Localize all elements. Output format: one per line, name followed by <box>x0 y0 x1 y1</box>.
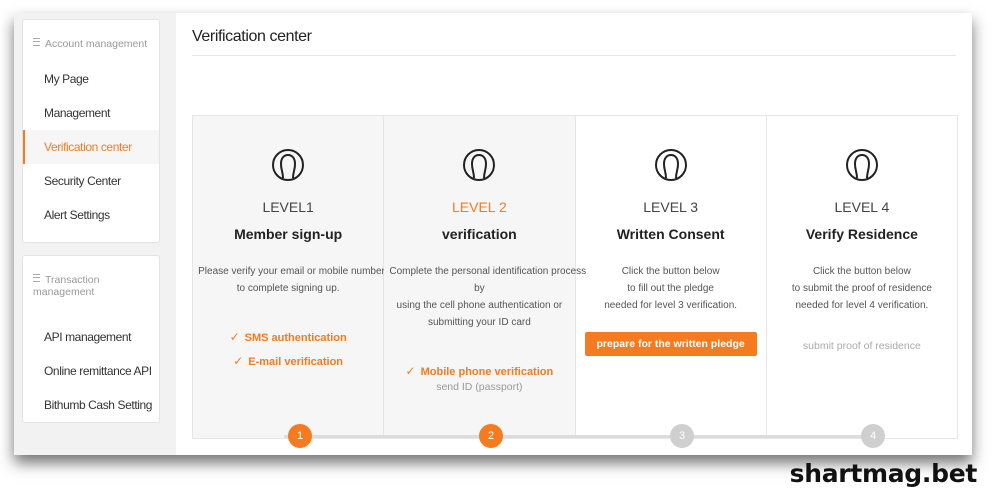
email-verification-status: ✓ E-mail verification <box>193 353 383 369</box>
level-label: LEVEL1 <box>262 199 314 215</box>
description-line: needed for level 3 verification. <box>604 300 738 311</box>
description-line: submitting your ID card <box>427 317 531 328</box>
sidebar-item-bithumb-cash-setting[interactable]: Bithumb Cash Setting <box>23 388 159 422</box>
check-icon: ✓ <box>233 354 244 368</box>
app-frame: Account management My Page Management Ve… <box>14 13 972 455</box>
prepare-pledge-button[interactable]: prepare for the written pledge <box>584 332 757 356</box>
submit-proof-of-residence-link[interactable]: submit proof of residence <box>767 340 957 352</box>
level-description: Please verify your email or mobile numbe… <box>198 263 385 297</box>
level-label: LEVEL 3 <box>643 199 698 215</box>
menu-icon <box>33 38 40 46</box>
progress-track <box>284 435 864 438</box>
level-card-1: LEVEL1 Member sign-up Please verify your… <box>193 116 385 438</box>
sidebar-heading-label: Transaction management <box>33 274 100 298</box>
sidebar-item-my-page[interactable]: My Page <box>23 62 159 96</box>
sidebar-item-alert-settings[interactable]: Alert Settings <box>23 198 159 232</box>
description-line: Click the button below <box>812 266 911 277</box>
sidebar-heading-account: Account management <box>23 20 159 50</box>
sms-authentication-status: ✓ SMS authentication <box>193 329 383 345</box>
level-label: LEVEL 4 <box>834 199 890 215</box>
sidebar: Account management My Page Management Ve… <box>22 19 160 423</box>
menu-icon <box>33 274 40 282</box>
level-name: verification <box>442 226 517 242</box>
description-line: to complete signing up. <box>236 283 340 294</box>
level-card-3: LEVEL 3 Written Consent Click the button… <box>576 116 767 438</box>
level-label: LEVEL 2 <box>452 199 507 215</box>
step-indicator-3: 3 <box>670 424 694 448</box>
main-content: Verification center LEVEL1 Member sign-u… <box>176 13 972 455</box>
level-name: Member sign-up <box>234 226 343 242</box>
user-profile-icon <box>845 145 879 185</box>
level-description: Complete the personal identification pro… <box>389 263 587 331</box>
title-divider <box>192 55 956 56</box>
page-title: Verification center <box>192 28 312 45</box>
level-card-2: LEVEL 2 verification Complete the person… <box>384 116 587 438</box>
sidebar-heading-label: Account management <box>45 38 148 50</box>
sidebar-item-management[interactable]: Management <box>23 96 159 130</box>
sidebar-section-account: Account management My Page Management Ve… <box>22 19 160 243</box>
description-line: Complete the personal identification pro… <box>389 266 587 277</box>
check-label: E-mail verification <box>248 356 344 368</box>
level-name: Written Consent <box>616 226 725 242</box>
level-name: Verify Residence <box>805 226 918 242</box>
mobile-phone-verification-status: ✓ Mobile phone verification <box>384 363 574 379</box>
level-description: Click the button below to fill out the p… <box>581 263 761 314</box>
description-line: needed for level 4 verification. <box>795 300 929 311</box>
user-profile-icon <box>271 145 305 185</box>
user-profile-icon <box>654 145 688 185</box>
check-label: SMS authentication <box>244 332 347 344</box>
check-icon: ✓ <box>229 330 240 344</box>
step-indicator-1: 1 <box>288 424 312 448</box>
description-line: to fill out the pledge <box>627 283 714 294</box>
sidebar-heading-transaction: Transaction management <box>23 256 123 298</box>
user-profile-icon <box>462 145 496 185</box>
description-line: Please verify your email or mobile numbe… <box>198 266 385 277</box>
sidebar-section-transaction: Transaction management API management On… <box>22 255 160 423</box>
description-line: using the cell phone authentication or <box>396 300 563 311</box>
sidebar-item-verification-center[interactable]: Verification center <box>23 130 159 164</box>
send-id-link[interactable]: send ID (passport) <box>384 381 574 393</box>
description-line: Click the button below <box>621 266 720 277</box>
watermark: shartmag.bet <box>789 459 978 488</box>
sidebar-item-online-remittance-api[interactable]: Online remittance API <box>23 354 159 388</box>
description-line: to submit the proof of residence <box>791 283 932 294</box>
description-line: by <box>474 283 485 294</box>
sidebar-item-security-center[interactable]: Security Center <box>23 164 159 198</box>
step-indicator-2: 2 <box>479 424 503 448</box>
levels-panel: LEVEL1 Member sign-up Please verify your… <box>192 115 958 439</box>
step-indicator-4: 4 <box>861 424 885 448</box>
level-description: Click the button below to submit the pro… <box>772 263 952 314</box>
check-icon: ✓ <box>405 364 416 378</box>
level-card-4: LEVEL 4 Verify Residence Click the butto… <box>767 116 957 438</box>
sidebar-item-api-management[interactable]: API management <box>23 320 159 354</box>
check-label: Mobile phone verification <box>420 366 554 378</box>
